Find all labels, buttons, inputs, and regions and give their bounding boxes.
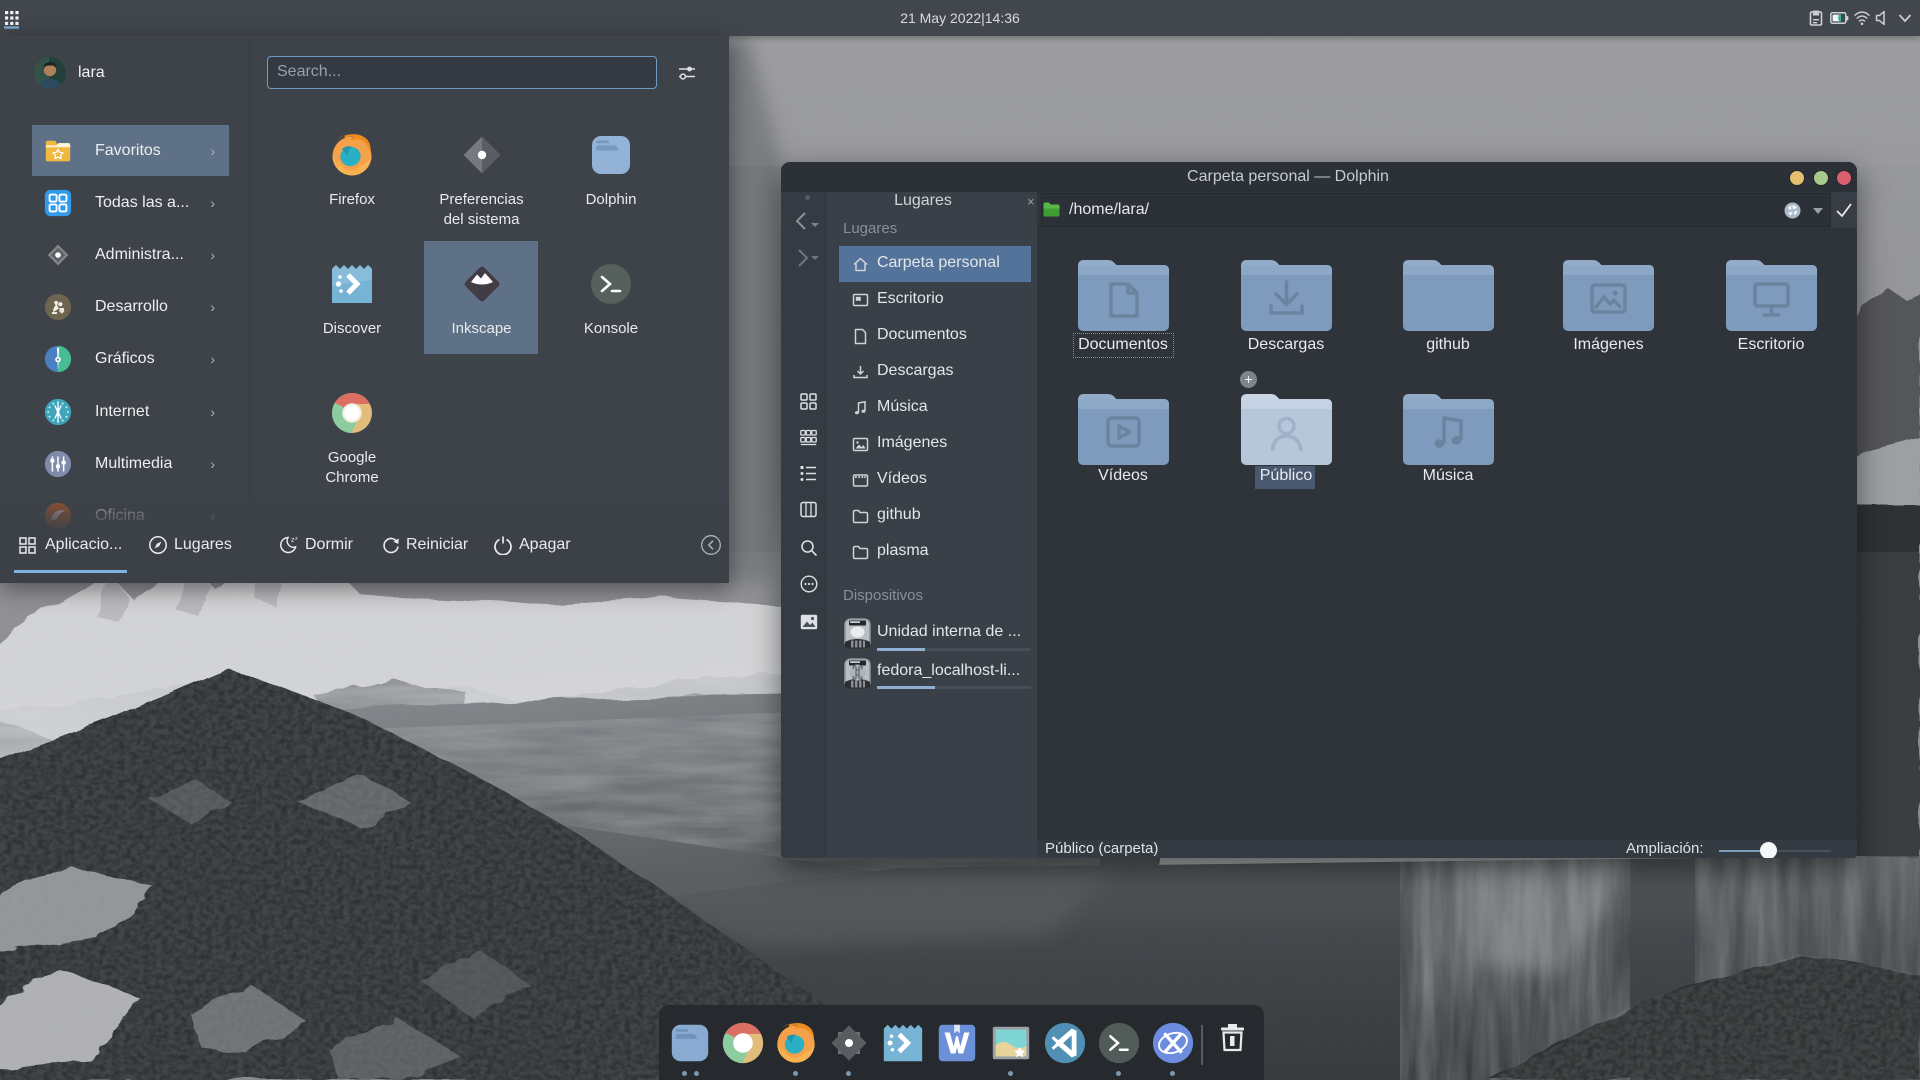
svg-text:z: z bbox=[295, 536, 298, 542]
